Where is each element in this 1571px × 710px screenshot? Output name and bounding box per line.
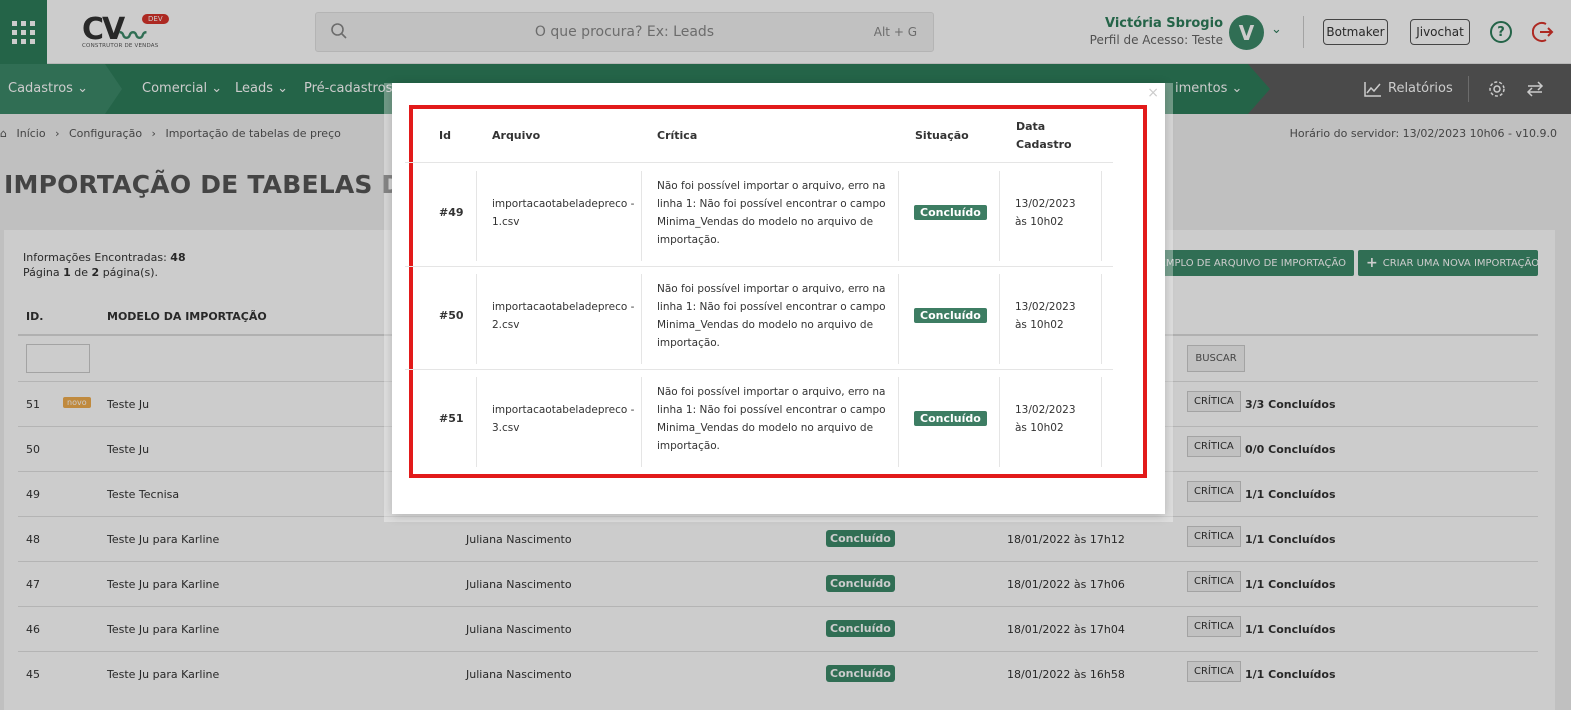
modal-row-critic-l4: importação. [657,234,720,246]
row-divider [405,369,1113,370]
critic-modal: × Id Arquivo Crítica Situação Data Cadas… [392,83,1165,514]
row-divider [405,266,1113,267]
modal-row-critic-l4: importação. [657,337,720,349]
modal-row-date-l1: 13/02/2023 [1015,404,1076,416]
modal-row-date-l2: às 10h02 [1015,422,1064,434]
modal-row-date: 13/02/2023 às 10h02 [1015,298,1076,334]
modal-col-critic: Crítica [657,129,698,142]
modal-row-critic: Não foi possível importar o arquivo, err… [657,280,886,352]
cell-divider [1101,377,1102,467]
modal-row-file-l1: importacaotabeladepreco - [492,404,635,416]
status-badge: Concluído [914,411,987,426]
modal-row-file-l2: 3.csv [492,422,520,434]
cell-divider [999,274,1000,364]
modal-col-file: Arquivo [492,129,541,142]
cell-divider [476,171,477,261]
cell-divider [641,377,642,467]
modal-row-critic-l4: importação. [657,440,720,452]
modal-row-date: 13/02/2023 às 10h02 [1015,195,1076,231]
modal-row-id: #49 [439,206,464,219]
cell-divider [1101,274,1102,364]
modal-row-file-l2: 1.csv [492,216,520,228]
modal-col-date-l1: Data [1016,120,1046,133]
modal-row-critic-l2: linha 1: Não foi possível encontrar o ca… [657,301,886,313]
modal-row-file: importacaotabeladepreco - 3.csv [492,401,634,437]
modal-col-date-l2: Cadastro [1016,138,1072,151]
modal-row-critic-l1: Não foi possível importar o arquivo, err… [657,386,886,398]
cell-divider [999,171,1000,261]
modal-row-date: 13/02/2023 às 10h02 [1015,401,1076,437]
modal-header-divider [405,162,1113,163]
cell-divider [476,377,477,467]
modal-row-critic-l3: Minima_Vendas do modelo no arquivo de [657,319,874,331]
modal-row-id: #51 [439,412,464,425]
cell-divider [476,274,477,364]
modal-row-critic-l1: Não foi possível importar o arquivo, err… [657,180,886,192]
cell-divider [641,171,642,261]
close-icon[interactable]: × [1147,85,1159,101]
status-badge: Concluído [914,308,987,323]
modal-row-critic-l3: Minima_Vendas do modelo no arquivo de [657,216,874,228]
status-badge: Concluído [914,205,987,220]
modal-row-date-l2: às 10h02 [1015,319,1064,331]
cell-divider [898,377,899,467]
modal-row-file: importacaotabeladepreco - 1.csv [492,195,634,231]
modal-row-id: #50 [439,309,464,322]
modal-row-critic-l3: Minima_Vendas do modelo no arquivo de [657,422,874,434]
modal-row-date-l2: às 10h02 [1015,216,1064,228]
cell-divider [898,171,899,261]
modal-col-id: Id [439,129,451,142]
modal-row-file: importacaotabeladepreco - 2.csv [492,298,634,334]
modal-row-date-l1: 13/02/2023 [1015,198,1076,210]
modal-row-critic-l2: linha 1: Não foi possível encontrar o ca… [657,404,886,416]
modal-row-critic: Não foi possível importar o arquivo, err… [657,383,886,455]
modal-row-file-l1: importacaotabeladepreco - [492,198,635,210]
modal-col-status: Situação [915,129,969,142]
cell-divider [1101,171,1102,261]
modal-row-critic: Não foi possível importar o arquivo, err… [657,177,886,249]
cell-divider [999,377,1000,467]
modal-col-date: Data Cadastro [1016,118,1072,154]
cell-divider [898,274,899,364]
modal-row-file-l1: importacaotabeladepreco - [492,301,635,313]
modal-row-critic-l1: Não foi possível importar o arquivo, err… [657,283,886,295]
modal-row-critic-l2: linha 1: Não foi possível encontrar o ca… [657,198,886,210]
modal-row-date-l1: 13/02/2023 [1015,301,1076,313]
cell-divider [641,274,642,364]
modal-row-file-l2: 2.csv [492,319,520,331]
